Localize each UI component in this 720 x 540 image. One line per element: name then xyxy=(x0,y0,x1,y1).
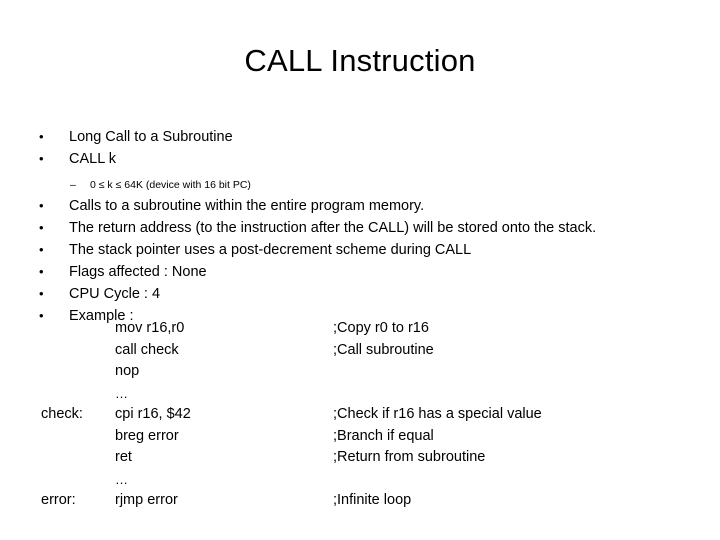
code-instruction: … xyxy=(115,471,129,487)
code-line: check: cpi r16, $42 ;Check if r16 has a … xyxy=(0,404,720,426)
code-instruction: call check xyxy=(115,341,179,358)
list-item-label: Flags affected : None xyxy=(69,264,207,280)
code-comment: ;Copy r0 to r16 xyxy=(333,320,429,336)
dash-marker-icon: – xyxy=(70,179,76,191)
code-instruction: ret xyxy=(115,449,132,465)
list-item-label: The return address (to the instruction a… xyxy=(69,220,597,236)
code-instruction: rjmp error xyxy=(115,492,178,508)
list-item-label: Calls to a subroutine within the entire … xyxy=(69,198,425,214)
list-item: • Calls to a subroutine within the entir… xyxy=(0,195,720,217)
bullet-marker-icon: • xyxy=(39,129,44,144)
code-label: error: xyxy=(41,492,76,508)
code-listing: mov r16,r0 ;Copy r0 to r16 call check ;C… xyxy=(0,318,720,512)
code-comment: ;Branch if equal xyxy=(333,427,434,444)
code-line: ret ;Return from subroutine xyxy=(0,447,720,469)
code-line: mov r16,r0 ;Copy r0 to r16 xyxy=(0,318,720,340)
bullet-marker-icon: • xyxy=(39,151,44,166)
list-item: • CALL k xyxy=(0,148,720,170)
list-item-label: Long Call to a Subroutine xyxy=(69,129,233,145)
bullet-marker-icon: • xyxy=(39,198,44,213)
code-line: call check ;Call subroutine xyxy=(0,340,720,362)
list-item: • CPU Cycle : 4 xyxy=(0,283,720,305)
list-item: • Long Call to a Subroutine xyxy=(0,126,720,148)
bullet-marker-icon: • xyxy=(39,220,44,235)
code-line: breg error ;Branch if equal xyxy=(0,426,720,448)
list-item-label: CALL k xyxy=(69,151,117,167)
slide-canvas: CALL Instruction • Long Call to a Subrou… xyxy=(0,0,720,540)
bullet-marker-icon: • xyxy=(39,286,44,301)
list-item-label: The stack pointer uses a post-decrement … xyxy=(69,242,472,258)
code-instruction: … xyxy=(115,385,129,401)
code-comment: ;Call subroutine xyxy=(333,341,434,358)
code-comment: ;Check if r16 has a special value xyxy=(333,406,542,422)
code-instruction: nop xyxy=(115,363,140,379)
bullet-marker-icon: • xyxy=(39,264,44,279)
code-line: … xyxy=(0,383,720,405)
list-item: • The stack pointer uses a post-decremen… xyxy=(0,239,720,261)
code-line: error: rjmp error ;Infinite loop xyxy=(0,490,720,512)
code-instruction: cpi r16, $42 xyxy=(115,406,191,422)
bullet-marker-icon: • xyxy=(39,242,44,257)
list-item: • Flags affected : None xyxy=(0,261,720,283)
code-line: nop xyxy=(0,361,720,383)
code-comment: ;Return from subroutine xyxy=(333,449,486,465)
bullet-list: • Long Call to a Subroutine • CALL k – 0… xyxy=(0,126,720,327)
code-instruction: breg error xyxy=(115,427,179,444)
code-label: check: xyxy=(41,406,83,422)
list-item-label: CPU Cycle : 4 xyxy=(69,286,161,302)
list-item: • The return address (to the instruction… xyxy=(0,217,720,239)
sub-list-item-label: 0 ≤ k ≤ 64K (device with 16 bit PC) xyxy=(90,179,251,191)
code-comment: ;Infinite loop xyxy=(333,492,412,508)
code-line: … xyxy=(0,469,720,491)
sub-list-item: – 0 ≤ k ≤ 64K (device with 16 bit PC) xyxy=(0,176,720,195)
page-title: CALL Instruction xyxy=(244,43,476,78)
code-instruction: mov r16,r0 xyxy=(115,320,185,336)
